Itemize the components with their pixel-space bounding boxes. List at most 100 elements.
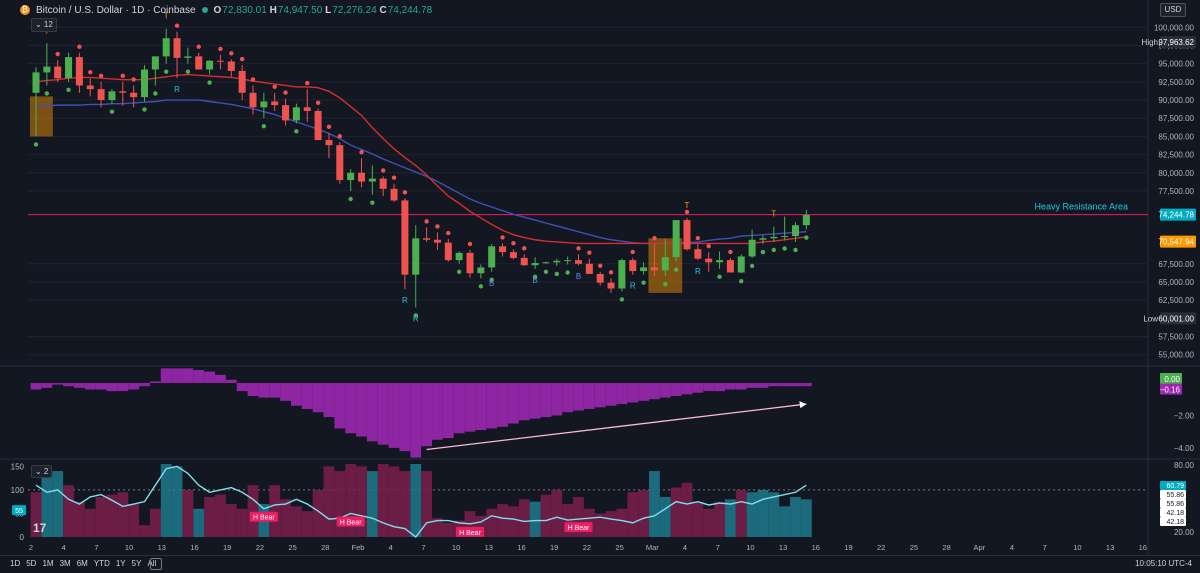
- histogram-bar: [323, 382, 335, 418]
- histogram-bar: [442, 382, 454, 439]
- candle-body: [564, 260, 572, 262]
- signal-dot: [739, 279, 744, 284]
- histogram-bar: [301, 382, 313, 409]
- volume-bar: [291, 506, 302, 537]
- candle-body: [705, 258, 713, 263]
- candle-body: [358, 172, 365, 182]
- signal-dot: [98, 73, 104, 79]
- histogram-bar: [497, 382, 508, 427]
- currency-selector[interactable]: USD: [1160, 3, 1186, 17]
- price-tag-value: 60,001.00: [1158, 314, 1194, 323]
- highlight-box: [30, 96, 53, 137]
- chart-canvas[interactable]: 100,000.0097,500.0095,000.0092,500.0090,…: [0, 0, 1200, 555]
- candle-body: [499, 246, 507, 253]
- symbol-title: Bitcoin / U.S. Dollar · 1D · Coinbase: [36, 4, 196, 16]
- candle-body: [238, 70, 246, 93]
- date-tick-label: 28: [321, 543, 329, 552]
- rsi-tag-value: 60.79: [1166, 483, 1184, 490]
- candle-body: [86, 85, 94, 90]
- volume-bar: [627, 492, 639, 537]
- histogram-bar: [659, 382, 671, 398]
- signal-dot: [261, 124, 267, 129]
- histogram-bar: [182, 368, 194, 383]
- timeframe-ytd[interactable]: YTD: [94, 559, 110, 568]
- marker-b: B: [489, 279, 494, 288]
- histogram-bar: [193, 370, 205, 383]
- signal-dot: [66, 87, 71, 93]
- histogram-bar: [453, 382, 465, 434]
- histogram-bar: [594, 382, 606, 408]
- candle-body: [455, 252, 463, 261]
- signal-dot: [55, 51, 60, 57]
- timeframe-6m[interactable]: 6M: [77, 559, 88, 568]
- signal-dot: [630, 249, 635, 255]
- volume-tick-label: 100: [11, 486, 25, 495]
- histogram-bar: [725, 382, 736, 390]
- signal-dot: [142, 107, 147, 112]
- signal-dot: [587, 250, 592, 255]
- timeframe-1m[interactable]: 1M: [42, 559, 53, 568]
- date-tick-label: 19: [550, 543, 558, 552]
- histogram-bar: [800, 382, 812, 387]
- signal-dot: [706, 243, 711, 249]
- price-tag-value: 97,963.62: [1158, 38, 1194, 47]
- timeframe-5y[interactable]: 5Y: [132, 559, 142, 568]
- candle-body: [65, 57, 73, 79]
- volume-bar: [84, 508, 96, 537]
- signal-dot: [500, 235, 505, 240]
- timeframe-3m[interactable]: 3M: [60, 559, 71, 568]
- signal-dot: [164, 69, 169, 74]
- signal-dot: [294, 129, 299, 134]
- histogram-bar: [583, 382, 595, 409]
- price-tick-label: 90,000.00: [1158, 96, 1194, 105]
- histogram-bar: [388, 382, 400, 448]
- timeframe-5d[interactable]: 5D: [26, 559, 36, 568]
- candle-body: [141, 69, 148, 98]
- price-tick-label: 62,500.00: [1158, 296, 1194, 305]
- candle-body: [108, 91, 116, 101]
- volume-bar: [551, 489, 563, 537]
- candle-body: [781, 236, 789, 238]
- candle-body: [292, 107, 300, 121]
- candle-body: [423, 238, 431, 240]
- volume-bar: [139, 525, 150, 537]
- histogram-bar: [106, 382, 118, 392]
- signal-dot: [250, 77, 256, 82]
- signal-dot: [446, 230, 451, 236]
- signal-dot: [229, 51, 234, 56]
- candle-body: [336, 145, 344, 181]
- volume-bar: [334, 471, 346, 537]
- panel2-collapse-button[interactable]: ⌄ 2: [31, 465, 53, 478]
- volume-bar: [497, 504, 508, 537]
- low-value: 72,276.24: [332, 4, 377, 16]
- signal-dot: [77, 44, 82, 49]
- date-tick-label: Mar: [646, 543, 659, 552]
- signal-dot: [348, 196, 353, 202]
- rsi-tick-label: 80.00: [1174, 461, 1195, 470]
- candle-body: [726, 260, 734, 273]
- candle-body: [802, 215, 810, 226]
- candle-body: [184, 56, 192, 58]
- histogram-bar: [139, 382, 150, 387]
- volume-bar: [399, 471, 411, 537]
- date-tick-label: 16: [517, 543, 525, 552]
- date-tick-label: 7: [421, 543, 425, 552]
- signal-dot: [663, 281, 668, 287]
- histogram-bar: [236, 382, 248, 392]
- signal-dot: [381, 168, 386, 173]
- open-value: 72,830.01: [222, 4, 267, 16]
- candle-body: [97, 89, 105, 101]
- indicator-collapse-button[interactable]: ⌄ 12: [31, 18, 57, 32]
- price-tag-value: 74,244.78: [1158, 211, 1194, 220]
- candle-body: [596, 273, 604, 283]
- trend-arrow-head: [799, 401, 807, 409]
- volume-bar: [63, 485, 74, 537]
- timeframe-1d[interactable]: 1D: [10, 559, 20, 568]
- date-range-icon[interactable]: [150, 558, 162, 570]
- timeframe-1y[interactable]: 1Y: [116, 559, 126, 568]
- signal-dot: [782, 246, 787, 251]
- price-tick-label: 67,500.00: [1158, 260, 1194, 269]
- histogram-bar: [95, 382, 107, 390]
- histogram-bar: [529, 382, 541, 419]
- volume-bar: [247, 485, 259, 537]
